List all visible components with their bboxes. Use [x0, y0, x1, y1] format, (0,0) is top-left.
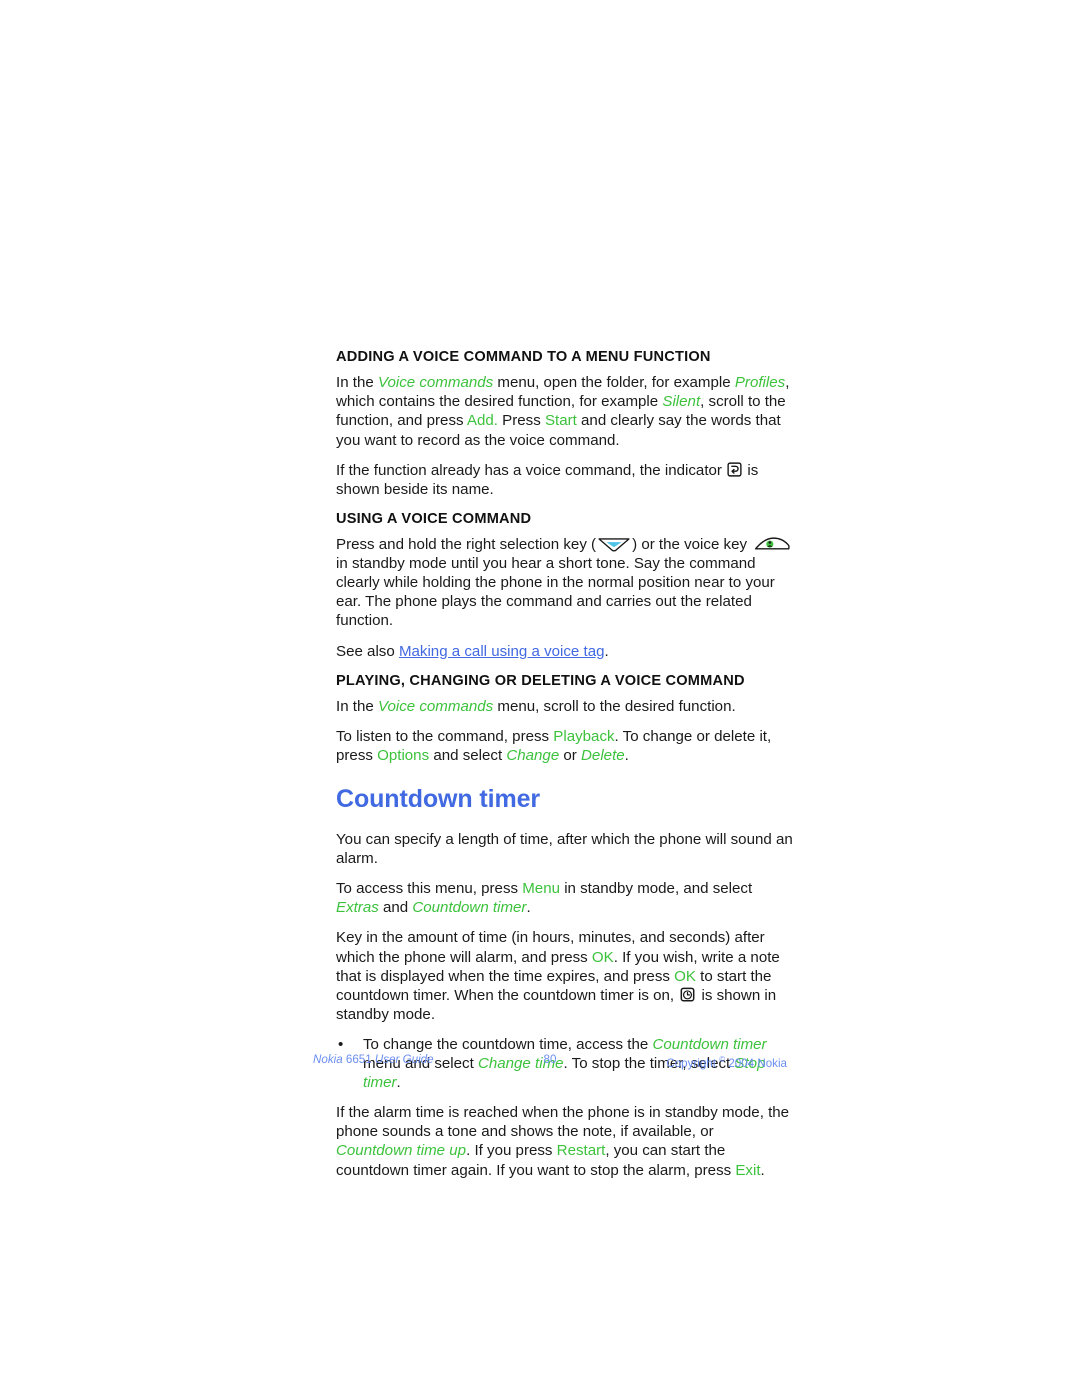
ui-key-ok: OK [674, 967, 696, 985]
ui-key-options: Options [377, 747, 430, 765]
ui-key-exit: Exit [735, 1161, 761, 1179]
ui-term-countdown-timer: Countdown timer [652, 1035, 767, 1053]
text-run: menu, open the folder, for example [493, 374, 735, 392]
text-run: To listen to the command, press [336, 727, 554, 745]
ui-term-silent: Silent [662, 393, 701, 411]
text-run: . [396, 1074, 401, 1092]
text-run: If the function already has a voice comm… [336, 461, 727, 479]
ui-key-ok: OK [591, 948, 614, 966]
voice-key-icon [753, 536, 791, 552]
text-run: ) or the voice key [632, 536, 752, 554]
ui-key-restart: Restart [556, 1142, 606, 1160]
section-heading-using-voice-command: USING A VOICE COMMAND [336, 510, 532, 527]
paragraph-ct-p3: Key in the amount of time (in hours, min… [336, 928, 794, 1023]
paragraph-playing-p2: To listen to the command, press Playback… [336, 727, 794, 765]
text-run: You can specify a length of time, after … [336, 831, 793, 868]
text-run: or [559, 747, 582, 765]
ui-term-change: Change [506, 747, 560, 765]
text-run: in standby mode, and select [560, 880, 753, 898]
cross-reference-link-making-a-call-using-a-voice-tag[interactable]: Making a call using a voice tag [399, 643, 605, 660]
text-run: . [624, 747, 629, 765]
ui-term-voice-commands: Voice commands [377, 374, 494, 392]
text-run: To change the countdown time, access the [363, 1035, 653, 1053]
paragraph-adding-p1: In the Voice commands menu, open the fol… [336, 373, 794, 449]
footer-copyright-prefix: Copyright [666, 1056, 716, 1070]
ui-key-start: Start [544, 412, 577, 430]
paragraph-playing-p1: In the Voice commands menu, scroll to th… [336, 697, 794, 716]
text-run: and select [429, 747, 507, 765]
chapter-title-countdown-timer: Countdown timer [336, 785, 541, 814]
text-run: . [760, 1161, 765, 1179]
footer-copyright: Copyright © 2004 Nokia [666, 1052, 787, 1072]
right-selection-key-icon [597, 536, 631, 553]
text-run: To access this menu, press [336, 880, 523, 898]
text-run: . If you press [466, 1142, 557, 1160]
ui-term-voice-commands: Voice commands [377, 697, 494, 715]
countdown-timer-indicator-icon [680, 987, 695, 1002]
text-run: In the [336, 697, 378, 715]
document-page: ADDING A VOICE COMMAND TO A MENU FUNCTIO… [0, 0, 1080, 1397]
paragraph-ct-p1: You can specify a length of time, after … [336, 830, 794, 868]
copyright-symbol-icon: © [719, 1055, 726, 1064]
ui-term-delete: Delete [581, 747, 625, 765]
text-run: and [378, 899, 413, 917]
paragraph-adding-p2: If the function already has a voice comm… [336, 461, 794, 499]
text-run: . [526, 899, 531, 917]
text-run: in standby mode until you hear a short t… [336, 555, 775, 630]
section-heading-playing-changing-deleting: PLAYING, CHANGING OR DELETING A VOICE CO… [336, 672, 745, 689]
ui-key-add: Add. [466, 412, 498, 430]
section-heading-adding-voice-command: ADDING A VOICE COMMAND TO A MENU FUNCTIO… [336, 349, 711, 365]
ui-key-menu: Menu [522, 880, 560, 898]
ui-key-playback: Playback [553, 727, 615, 745]
ui-term-countdown-time-up: Countdown time up [336, 1142, 467, 1160]
ui-term-extras: Extras [336, 899, 379, 917]
paragraph-ct-p2: To access this menu, press Menu in stand… [336, 879, 794, 917]
text-run: menu, scroll to the desired function. [493, 697, 736, 715]
ui-term-profiles: Profiles [734, 374, 786, 392]
ui-term-countdown-timer: Countdown timer [412, 899, 527, 917]
text-run: Press [497, 412, 545, 430]
paragraph-using-p2: See also Making a call using a voice tag… [336, 642, 794, 661]
text-run: If the alarm time is reached when the ph… [336, 1104, 790, 1141]
text-run: See also [336, 642, 399, 660]
voice-tag-indicator-icon [727, 462, 742, 477]
text-run: . [604, 642, 609, 660]
footer-copyright-year-owner: 2004 Nokia [728, 1056, 787, 1070]
paragraph-using-p1: Press and hold the right selection key (… [336, 535, 794, 630]
text-run: In the [336, 374, 378, 392]
page-footer: Nokia 6651 User Guide 80 Copyright © 200… [313, 1052, 787, 1070]
paragraph-ct-p4: If the alarm time is reached when the ph… [336, 1103, 794, 1179]
text-run: Press and hold the right selection key ( [336, 536, 597, 554]
